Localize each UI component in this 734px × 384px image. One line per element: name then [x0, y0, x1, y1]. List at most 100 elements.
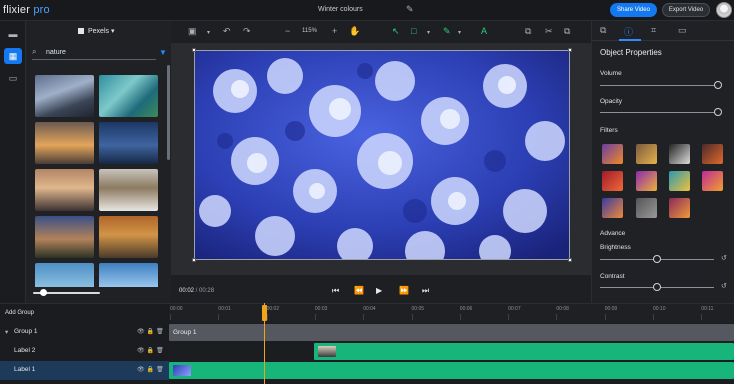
chevron-down-icon[interactable]: ▾	[207, 29, 210, 36]
text-icon[interactable]: ▭	[4, 70, 22, 86]
filter-thumbnail[interactable]	[602, 171, 623, 191]
ruler-tick	[170, 314, 171, 320]
transition-icon[interactable]: ▭	[678, 25, 687, 36]
filter-icon[interactable]: ▼	[159, 48, 167, 57]
video-clip[interactable]	[169, 362, 734, 379]
logo[interactable]: flixier pro	[3, 4, 50, 16]
track-label: Label 2	[14, 347, 36, 354]
track-controls[interactable]: 👁🔒🗑	[137, 366, 166, 373]
filter-thumbnail[interactable]	[636, 144, 657, 164]
reset-contrast-icon[interactable]: ↺	[721, 282, 727, 290]
export-video-button[interactable]: Export Video	[662, 3, 710, 17]
zoom-in-icon[interactable]: +	[332, 26, 337, 36]
track-row[interactable]: Label 2 👁🔒🗑	[0, 342, 169, 361]
chevron-down-icon[interactable]: ▾	[427, 29, 430, 36]
redo-icon[interactable]: ↷	[243, 26, 251, 37]
track-controls[interactable]: 👁🔒🗑	[137, 347, 166, 354]
paste-icon[interactable]: ⧉	[564, 26, 570, 37]
filter-thumbnail[interactable]	[602, 198, 623, 218]
edit-title-icon[interactable]: ✎	[406, 4, 414, 15]
add-group-button[interactable]: Add Group	[5, 310, 34, 316]
ruler-tick-label: 00:01	[218, 306, 231, 312]
chevron-down-icon[interactable]: ▾	[458, 29, 461, 36]
playhead-handle[interactable]	[262, 305, 267, 321]
opacity-slider-knob[interactable]	[714, 108, 722, 116]
track-lane: Group 1	[169, 323, 734, 342]
media-scrollbar[interactable]	[167, 65, 170, 160]
rewind-icon[interactable]: ⏪	[354, 286, 364, 295]
ruler-tick	[459, 314, 461, 320]
pen-icon[interactable]: ✎	[443, 26, 451, 37]
ruler-tick-label: 00:02	[266, 306, 280, 312]
filter-thumbnail[interactable]	[602, 144, 623, 164]
filter-thumbnail[interactable]	[702, 171, 723, 191]
share-video-button[interactable]: Share Video	[610, 3, 657, 17]
media-thumbnail[interactable]	[35, 122, 94, 164]
resize-handle[interactable]	[192, 48, 196, 52]
search-input[interactable]	[46, 47, 146, 58]
pexels-icon	[78, 28, 84, 34]
text-properties-icon[interactable]: ⧉	[600, 25, 606, 36]
top-bar: flixier pro Winter colours ✎ Share Video…	[0, 0, 734, 21]
thumbnail-size-knob[interactable]	[40, 289, 47, 296]
timeline-ruler[interactable]: 00:00 00:01 00:02 00:03 00:04 00:05 00:06 00:07…	[169, 304, 734, 323]
filter-thumbnail[interactable]	[669, 144, 690, 164]
resize-handle[interactable]	[568, 48, 572, 52]
cut-icon[interactable]: ✂	[545, 26, 553, 37]
text-tool-icon[interactable]: A	[481, 26, 487, 36]
media-library-icon[interactable]: ▦	[4, 48, 22, 64]
group-clip[interactable]: Group 1	[169, 324, 734, 341]
filter-thumbnail[interactable]	[669, 198, 690, 218]
opacity-slider[interactable]	[600, 112, 718, 113]
fast-forward-icon[interactable]: ⏩	[399, 286, 409, 295]
media-thumbnail[interactable]	[99, 169, 158, 211]
media-thumbnail[interactable]	[99, 216, 158, 258]
skip-to-end-icon[interactable]: ⏭	[422, 286, 429, 296]
media-thumbnail[interactable]	[35, 263, 94, 287]
track-row[interactable]: ▾ Group 1 👁🔒🗑	[0, 323, 169, 342]
undo-icon[interactable]: ↶	[223, 26, 231, 37]
ruler-tick	[701, 314, 703, 320]
volume-label: Volume	[600, 70, 622, 77]
copy-icon[interactable]: ⧉	[525, 26, 531, 37]
track-controls[interactable]: 👁🔒🗑	[137, 328, 166, 335]
volume-slider-knob[interactable]	[714, 81, 722, 89]
media-thumbnail[interactable]	[99, 75, 158, 117]
resize-handle[interactable]	[568, 258, 572, 262]
media-grid	[35, 75, 159, 287]
video-canvas[interactable]	[194, 50, 570, 260]
reset-brightness-icon[interactable]: ↺	[721, 254, 727, 262]
folder-icon[interactable]: ▬	[4, 26, 22, 42]
avatar[interactable]	[716, 2, 732, 18]
zoom-out-icon[interactable]: −	[285, 26, 290, 36]
filter-thumbnail[interactable]	[702, 144, 723, 164]
media-thumbnail[interactable]	[99, 263, 158, 287]
volume-slider[interactable]	[600, 85, 718, 86]
video-clip[interactable]	[314, 343, 734, 360]
ruler-tick-label: 00:06	[459, 306, 473, 312]
media-thumbnail[interactable]	[35, 75, 94, 117]
info-icon[interactable]: ⓘ	[624, 25, 633, 38]
contrast-slider-knob[interactable]	[653, 283, 661, 291]
collapse-icon[interactable]: ▾	[5, 328, 8, 336]
brightness-slider-knob[interactable]	[653, 255, 661, 263]
ruler-tick-label: 00:04	[363, 306, 376, 312]
media-thumbnail[interactable]	[35, 169, 94, 211]
filter-thumbnail[interactable]	[669, 171, 690, 191]
hand-icon[interactable]: ✋	[349, 26, 360, 37]
media-thumbnail[interactable]	[35, 216, 94, 258]
media-thumbnail[interactable]	[99, 122, 158, 164]
filter-thumbnail[interactable]	[636, 198, 657, 218]
project-title[interactable]: Winter colours	[318, 6, 363, 13]
save-icon[interactable]: ▣	[188, 26, 197, 37]
shape-icon[interactable]: □	[411, 26, 416, 36]
crop-icon[interactable]: ⌗	[651, 25, 656, 36]
select-icon[interactable]: ↖	[392, 26, 400, 37]
play-icon[interactable]: ▶	[376, 286, 382, 295]
resize-handle[interactable]	[192, 258, 196, 262]
filter-thumbnail[interactable]	[636, 171, 657, 191]
ruler-tick-label: 00:11	[701, 306, 714, 312]
track-row[interactable]: Label 1 👁🔒🗑	[0, 361, 169, 380]
source-dropdown[interactable]: Pexels ▾	[78, 27, 114, 35]
skip-to-start-icon[interactable]: ⏮	[332, 286, 339, 296]
